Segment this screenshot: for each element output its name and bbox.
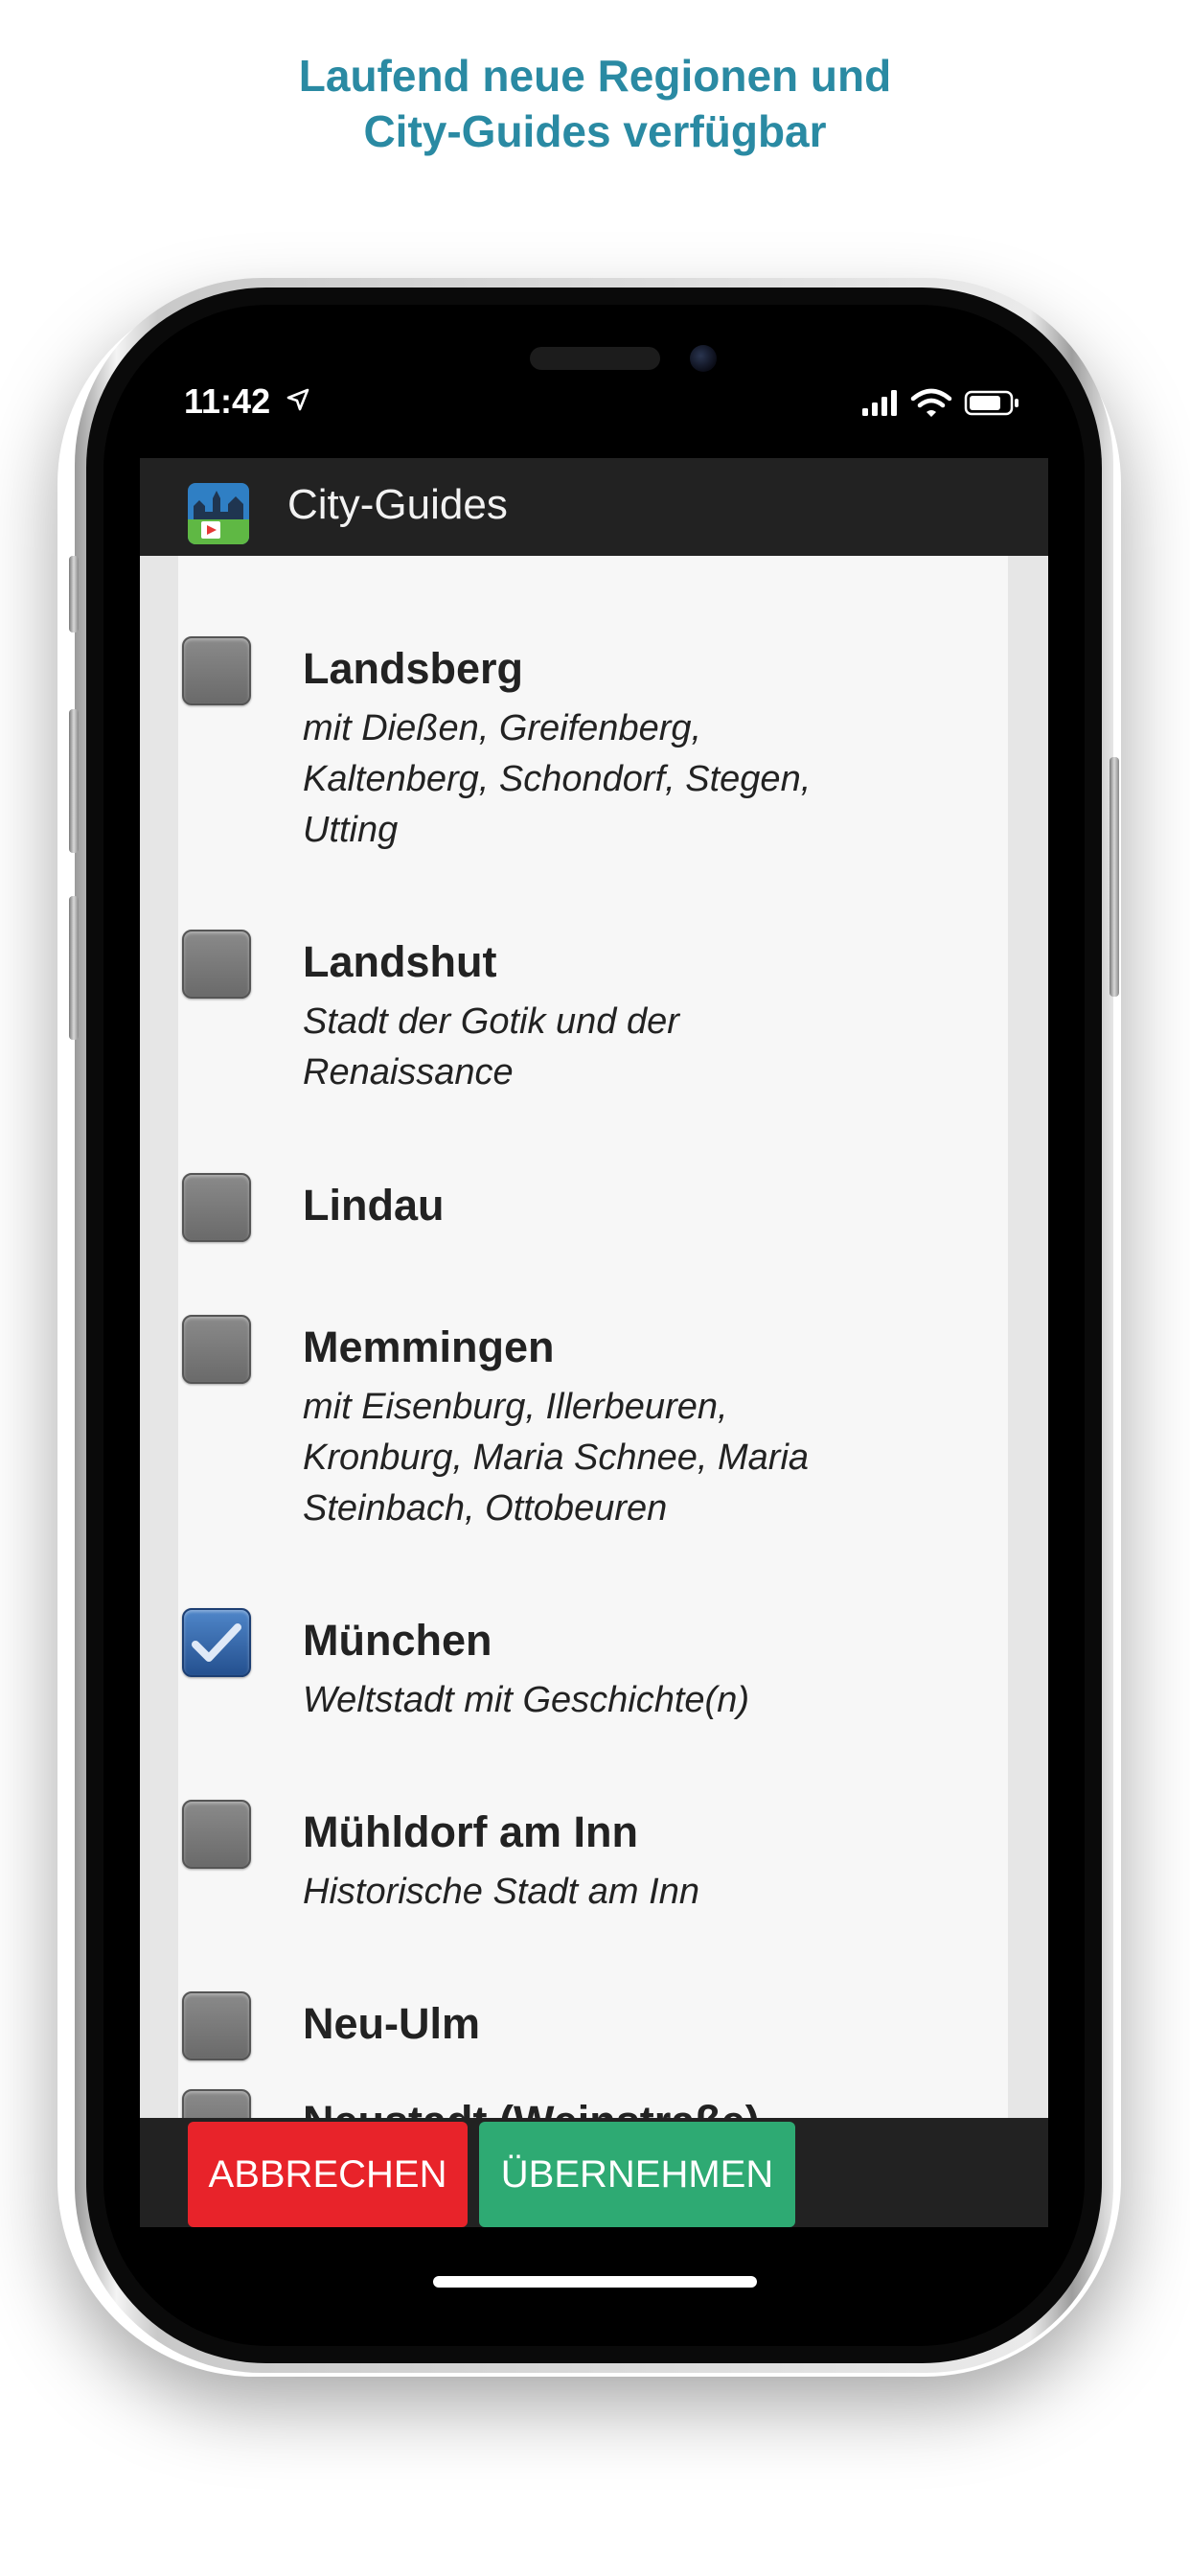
- item-title: Mühldorf am Inn: [303, 1807, 638, 1856]
- list-item[interactable]: Landshut Stadt der Gotik und der Renaiss…: [178, 889, 1008, 1092]
- volume-down-button: [69, 896, 79, 1040]
- location-arrow-icon: [286, 388, 309, 411]
- checkbox-neustadt[interactable]: [182, 2089, 251, 2118]
- list-item[interactable]: Mühldorf am Inn Historische Stadt am Inn: [178, 1760, 1008, 1932]
- status-icons: [862, 388, 1018, 417]
- checkbox-landsberg[interactable]: [182, 636, 251, 705]
- item-title: München: [303, 1616, 492, 1665]
- apply-button[interactable]: ÜBERNEHMEN: [479, 2122, 795, 2227]
- earpiece-speaker: [530, 347, 660, 370]
- cancel-button[interactable]: ABBRECHEN: [188, 2122, 468, 2227]
- mute-switch: [69, 556, 79, 632]
- checkbox-lindau[interactable]: [182, 1173, 251, 1242]
- item-title: Neustadt (Weinstraße): [303, 2097, 760, 2118]
- status-time: 11:42: [184, 381, 271, 421]
- checkbox-muehldorf[interactable]: [182, 1800, 251, 1869]
- item-subtitle: mit Eisenburg, Illerbeuren, Kronburg, Ma…: [303, 1387, 810, 1529]
- checkmark-icon: [192, 1623, 241, 1662]
- item-subtitle: Stadt der Gotik und der Renaissance: [303, 1001, 679, 1092]
- item-subtitle: Weltstadt mit Geschichte(n): [303, 1680, 750, 1720]
- checkbox-memmingen[interactable]: [182, 1315, 251, 1384]
- item-subtitle: mit Dießen, Greifenberg, Kaltenberg, Sch…: [303, 708, 812, 850]
- app-bar: City-Guides: [140, 458, 1048, 556]
- item-title: Landshut: [303, 937, 497, 986]
- volume-up-button: [69, 709, 79, 853]
- promo-line-1: Laufend neue Regionen und: [298, 51, 892, 101]
- item-title: Landsberg: [303, 644, 524, 693]
- list-item[interactable]: München Weltstadt mit Geschichte(n): [178, 1568, 1008, 1740]
- checkbox-neu-ulm[interactable]: [182, 1991, 251, 2060]
- wifi-icon: [910, 388, 952, 417]
- list-item[interactable]: Lindau: [178, 1131, 1008, 1255]
- item-title: Memmingen: [303, 1322, 555, 1371]
- app-title: City-Guides: [287, 481, 508, 528]
- checkbox-muenchen[interactable]: [182, 1608, 251, 1677]
- promo-headline: Laufend neue Regionen und City-Guides ve…: [0, 48, 1190, 159]
- action-bar: ABBRECHEN ÜBERNEHMEN: [140, 2118, 1048, 2227]
- promo-line-2: City-Guides verfügbar: [363, 106, 827, 156]
- list-item[interactable]: Memmingen mit Eisenburg, Illerbeuren, Kr…: [178, 1275, 1008, 1543]
- home-indicator[interactable]: [433, 2276, 757, 2288]
- list-item[interactable]: Landsberg mit Dießen, Greifenberg, Kalte…: [178, 594, 1008, 850]
- checkbox-landshut[interactable]: [182, 930, 251, 999]
- city-guides-app-icon[interactable]: [188, 483, 249, 544]
- battery-icon: [964, 390, 1018, 416]
- list-item[interactable]: Neu-Ulm: [178, 1951, 1008, 2076]
- city-list-content: Landsberg mit Dießen, Greifenberg, Kalte…: [178, 556, 1008, 2118]
- front-camera: [690, 345, 717, 372]
- item-title: Lindau: [303, 1181, 445, 1230]
- item-subtitle: Historische Stadt am Inn: [303, 1872, 699, 1912]
- list-item[interactable]: Neustadt (Weinstraße): [178, 2089, 1008, 2118]
- city-list[interactable]: Landsberg mit Dießen, Greifenberg, Kalte…: [140, 556, 1048, 2118]
- cellular-signal-icon: [862, 390, 897, 416]
- power-button: [1110, 757, 1119, 997]
- item-title: Neu-Ulm: [303, 1999, 481, 2048]
